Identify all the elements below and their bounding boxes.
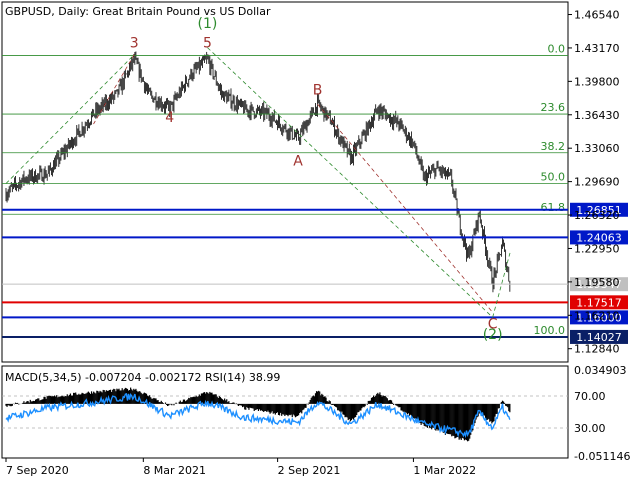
wave-label: 4 (165, 110, 174, 126)
fib-level-label: 38.2 (541, 140, 566, 153)
fib-level-label: 23.6 (541, 101, 566, 114)
indicator-label: MACD(5,34,5) -0.007204 -0.002172 RSI(14)… (5, 371, 280, 384)
price-tick-label: 1.26320 (574, 209, 620, 222)
fib-level-label: 50.0 (541, 171, 566, 184)
time-tick-label: 7 Sep 2020 (6, 464, 69, 477)
chart-title: GBPUSD, Daily: Great Britain Pound vs US… (5, 5, 271, 18)
indicator-tick-label: 30.00 (574, 422, 606, 435)
fib-level-label: 100.0 (534, 324, 566, 337)
price-tick-label: 1.46540 (574, 9, 620, 22)
indicator-tick-label: 0.034903 (574, 364, 627, 377)
wave-label: (1) (198, 16, 218, 32)
wave-label: A (293, 154, 303, 170)
price-tick-label: 1.22950 (574, 242, 620, 255)
wave-label: (2) (483, 327, 503, 343)
price-tick-label: 1.43170 (574, 42, 620, 55)
price-tick-label: 1.19580 (574, 276, 620, 289)
price-tick-label: 1.12840 (574, 343, 620, 356)
level-price-text: 1.17517 (576, 296, 622, 309)
price-tick-label: 1.29690 (574, 176, 620, 189)
time-tick-label: 2 Sep 2021 (278, 464, 341, 477)
wave-label: 3 (130, 36, 139, 52)
time-tick-label: 8 Mar 2021 (143, 464, 206, 477)
wave-label: B (313, 82, 323, 98)
fib-level-label: 0.0 (548, 43, 566, 56)
price-tick-label: 1.36430 (574, 109, 620, 122)
wave-label: 5 (203, 36, 212, 52)
indicator-tick-label: 70.00 (574, 390, 606, 403)
price-tick-label: 1.33060 (574, 142, 620, 155)
fib-level-label: 61.8 (541, 201, 566, 214)
indicator-tick-label: -0.051146 (574, 450, 630, 463)
forex-chart: 0.023.638.250.061.8100.03(1)54BAC(2) 1.2… (0, 0, 640, 480)
price-tick-label: 1.16210 (574, 309, 620, 322)
time-tick-label: 1 Mar 2022 (413, 464, 476, 477)
price-tick-label: 1.39800 (574, 75, 620, 88)
